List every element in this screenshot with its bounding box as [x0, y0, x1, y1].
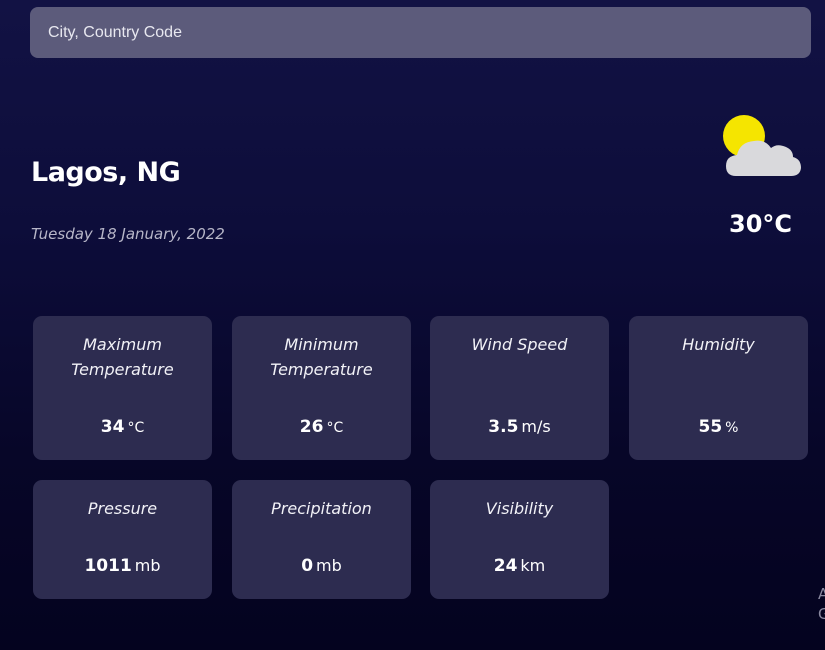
- search-input[interactable]: [30, 7, 811, 58]
- current-temperature: 30°C: [729, 210, 793, 238]
- metric-unit: km: [520, 556, 546, 575]
- metric-number: 34: [100, 417, 125, 437]
- metric-value: 34 °C: [33, 417, 212, 437]
- metric-card-precipitation: Precipitation 0 mb: [232, 480, 411, 599]
- metric-label: Minimum Temperature: [270, 335, 373, 379]
- clipped-corner-text: A G: [818, 584, 825, 624]
- metric-label: Visibility: [485, 499, 554, 518]
- metric-number: 26: [299, 417, 324, 437]
- metric-number: 55: [698, 417, 723, 437]
- metric-unit: m/s: [521, 417, 551, 436]
- metric-label: Humidity: [682, 335, 755, 354]
- metric-card-humidity: Humidity 55%: [629, 316, 808, 460]
- metric-number: 1011: [84, 556, 132, 576]
- metric-value: 3.5 m/s: [430, 417, 609, 437]
- metric-value: 1011 mb: [33, 556, 212, 576]
- city-name: Lagos, NG: [31, 157, 181, 188]
- metric-number: 0: [301, 556, 314, 576]
- clipped-text-line: G: [818, 605, 825, 623]
- current-date: Tuesday 18 January, 2022: [31, 225, 225, 243]
- metric-card-max-temperature: Maximum Temperature 34 °C: [33, 316, 212, 460]
- metric-card-wind-speed: Wind Speed 3.5 m/s: [430, 316, 609, 460]
- metric-value: 0 mb: [232, 556, 411, 576]
- metric-value: 26 °C: [232, 417, 411, 437]
- metric-unit: °C: [127, 420, 145, 436]
- metric-unit: mb: [316, 556, 342, 575]
- metric-number: 3.5: [488, 417, 519, 437]
- metric-card-visibility: Visibility 24 km: [430, 480, 609, 599]
- metric-card-min-temperature: Minimum Temperature 26 °C: [232, 316, 411, 460]
- metric-label: Pressure: [87, 499, 158, 518]
- metric-number: 24: [493, 556, 518, 576]
- partly-cloudy-icon: [723, 115, 801, 176]
- metric-unit: °C: [326, 420, 344, 436]
- metric-card-pressure: Pressure 1011 mb: [33, 480, 212, 599]
- metric-label: Maximum Temperature: [71, 335, 174, 379]
- metric-label: Precipitation: [271, 499, 372, 518]
- metric-unit: mb: [134, 556, 161, 575]
- metric-value: 55%: [629, 417, 808, 437]
- metric-label: Wind Speed: [471, 335, 568, 354]
- metric-value: 24 km: [430, 556, 609, 576]
- search-bar: [30, 7, 811, 58]
- clipped-text-line: A: [818, 585, 825, 603]
- metric-unit: %: [725, 420, 739, 436]
